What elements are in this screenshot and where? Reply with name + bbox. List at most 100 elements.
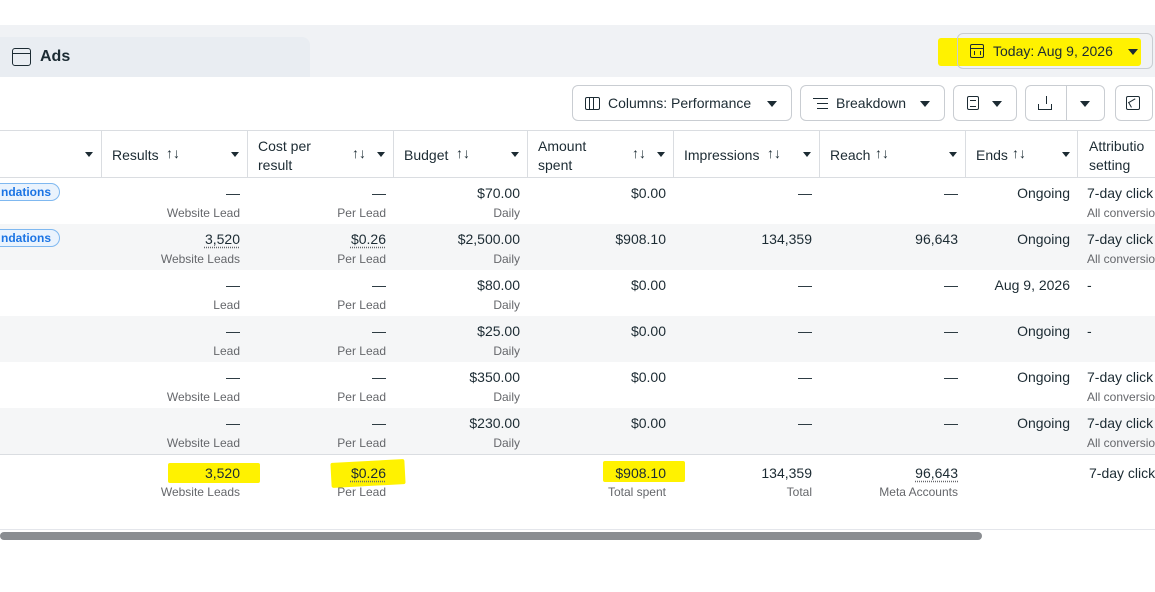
cell-reach: — (944, 369, 958, 385)
columns-label: Columns: Performance (608, 95, 752, 111)
cell-reach: — (944, 415, 958, 431)
columns-button[interactable]: Columns: Performance (572, 85, 792, 121)
total-amount-spent: $908.10 Total spent (607, 465, 666, 499)
cell-results: — Lead (213, 277, 240, 312)
breakdown-label: Breakdown (836, 95, 907, 111)
row-name-cell[interactable] (0, 316, 102, 362)
cell-attribution: 7-day click All conversio (1087, 415, 1155, 450)
chevron-down-icon[interactable] (231, 152, 239, 157)
columns-icon (585, 96, 600, 110)
ads-table: Results ↑↓ Cost per result ↑↓ Budget ↑↓ … (0, 130, 1155, 530)
date-range-picker[interactable]: Today: Aug 9, 2026 (957, 33, 1153, 69)
reports-button[interactable] (953, 85, 1017, 121)
cell-reach: — (944, 185, 958, 201)
cell-attribution: 7-day click All conversio (1087, 231, 1155, 266)
row-name-cell[interactable]: ndations (0, 224, 102, 270)
chevron-down-icon[interactable] (949, 152, 957, 157)
totals-row: 3,520 Website Leads $0.26 Per Lead $908.… (0, 454, 1155, 530)
cell-budget: $350.00 Daily (469, 369, 520, 404)
table-row[interactable]: — Website Lead — Per Lead $230.00 Daily $0.00 —… (0, 408, 1155, 454)
row-name-cell[interactable]: ndations (0, 178, 102, 224)
cell-cost: — Per Lead (337, 277, 386, 312)
date-range-label: Today: Aug 9, 2026 (993, 43, 1113, 59)
column-header-ends[interactable]: Ends ↑↓ (966, 131, 1078, 178)
chart-icon (1126, 96, 1140, 110)
sort-icon[interactable]: ↑↓ (166, 145, 180, 161)
chevron-down-icon[interactable] (1080, 101, 1090, 107)
download-icon (1038, 96, 1052, 110)
chevron-down-icon (1128, 49, 1138, 55)
cell-reach: 96,643 (915, 231, 958, 247)
column-header-amount-spent[interactable]: Amount spent ↑↓ (528, 131, 674, 178)
cell-impressions: — (798, 415, 812, 431)
table-row[interactable]: — Lead — Per Lead $80.00 Daily $0.00 — — Aug 9, 2… (0, 270, 1155, 316)
chevron-down-icon (992, 101, 1002, 107)
cell-cost: — Per Lead (337, 323, 386, 358)
column-header-budget[interactable]: Budget ↑↓ (394, 131, 528, 178)
table-row[interactable]: — Website Lead — Per Lead $350.00 Daily $0.00 —… (0, 362, 1155, 408)
recommendations-badge[interactable]: ndations (0, 183, 60, 201)
total-attribution: 7-day click (1089, 465, 1155, 481)
column-header-attribution[interactable]: Attributio setting (1078, 131, 1155, 178)
chevron-down-icon (920, 101, 930, 107)
cell-results: — Website Lead (166, 415, 240, 450)
cell-amount: $0.00 (630, 277, 666, 293)
sort-icon[interactable]: ↑↓ (352, 145, 366, 161)
cell-impressions: — (798, 369, 812, 385)
table-row[interactable]: — Lead — Per Lead $25.00 Daily $0.00 — — Ongoing - (0, 316, 1155, 362)
row-name-cell[interactable] (0, 408, 102, 454)
sort-icon[interactable]: ↑↓ (632, 145, 646, 161)
cell-amount: $0.00 (630, 323, 666, 339)
cell-results: — Website Lead (166, 185, 240, 220)
ads-tab-label: Ads (40, 48, 71, 65)
cell-cost: — Per Lead (337, 185, 386, 220)
sort-icon[interactable]: ↑↓ (767, 145, 781, 161)
breakdown-button[interactable]: Breakdown (800, 85, 945, 121)
column-header-cost-per-result[interactable]: Cost per result ↑↓ (248, 131, 394, 178)
scrollbar-thumb[interactable] (0, 532, 982, 540)
total-cost-per-result: $0.26 Per Lead (337, 465, 386, 499)
chevron-down-icon[interactable] (85, 152, 93, 157)
export-button[interactable] (1025, 85, 1105, 121)
cell-amount: $908.10 (615, 231, 666, 247)
column-header-name[interactable] (0, 131, 102, 178)
chevron-down-icon (767, 101, 777, 107)
chevron-down-icon[interactable] (377, 152, 385, 157)
row-name-cell[interactable] (0, 270, 102, 316)
chevron-down-icon[interactable] (511, 152, 519, 157)
chevron-down-icon[interactable] (803, 152, 811, 157)
cell-impressions: — (798, 277, 812, 293)
row-name-cell[interactable] (0, 362, 102, 408)
ads-tab[interactable]: Ads (0, 37, 310, 77)
cell-attribution: - (1087, 277, 1092, 293)
cell-impressions: — (798, 323, 812, 339)
sort-icon[interactable]: ↑↓ (456, 145, 470, 161)
cell-impressions: — (798, 185, 812, 201)
column-header-results[interactable]: Results ↑↓ (102, 131, 248, 178)
sort-icon[interactable]: ↑↓ (875, 145, 889, 161)
cell-budget: $25.00 Daily (477, 323, 520, 358)
horizontal-scrollbar[interactable] (0, 531, 1155, 541)
cell-impressions: 134,359 (761, 231, 812, 247)
charts-button[interactable] (1115, 85, 1153, 121)
cell-results: — Lead (213, 323, 240, 358)
column-header-reach[interactable]: Reach ↑↓ (820, 131, 966, 178)
cell-cost: — Per Lead (337, 369, 386, 404)
table-row[interactable]: ndations 3,520 Website Leads $0.26 Per Lead $… (0, 224, 1155, 270)
chevron-down-icon[interactable] (657, 152, 665, 157)
report-icon (967, 96, 979, 110)
cell-amount: $0.00 (630, 185, 666, 201)
cell-ends: Ongoing (1017, 369, 1070, 385)
cell-budget: $2,500.00 Daily (457, 231, 520, 266)
recommendations-badge[interactable]: ndations (0, 229, 60, 247)
total-impressions: 134,359 Total (761, 465, 812, 499)
total-results: 3,520 Website Leads (160, 465, 240, 499)
table-row[interactable]: ndations — Website Lead — Per Lead $70.00 Dail… (0, 178, 1155, 224)
cell-results: 3,520 Website Leads (160, 231, 240, 266)
column-header-impressions[interactable]: Impressions ↑↓ (674, 131, 820, 178)
chevron-down-icon[interactable] (1062, 152, 1070, 157)
sort-icon[interactable]: ↑↓ (1012, 145, 1026, 161)
split-divider (1066, 86, 1067, 120)
cell-cost: $0.26 Per Lead (337, 231, 386, 266)
cell-attribution: 7-day click All conversio (1087, 369, 1155, 404)
